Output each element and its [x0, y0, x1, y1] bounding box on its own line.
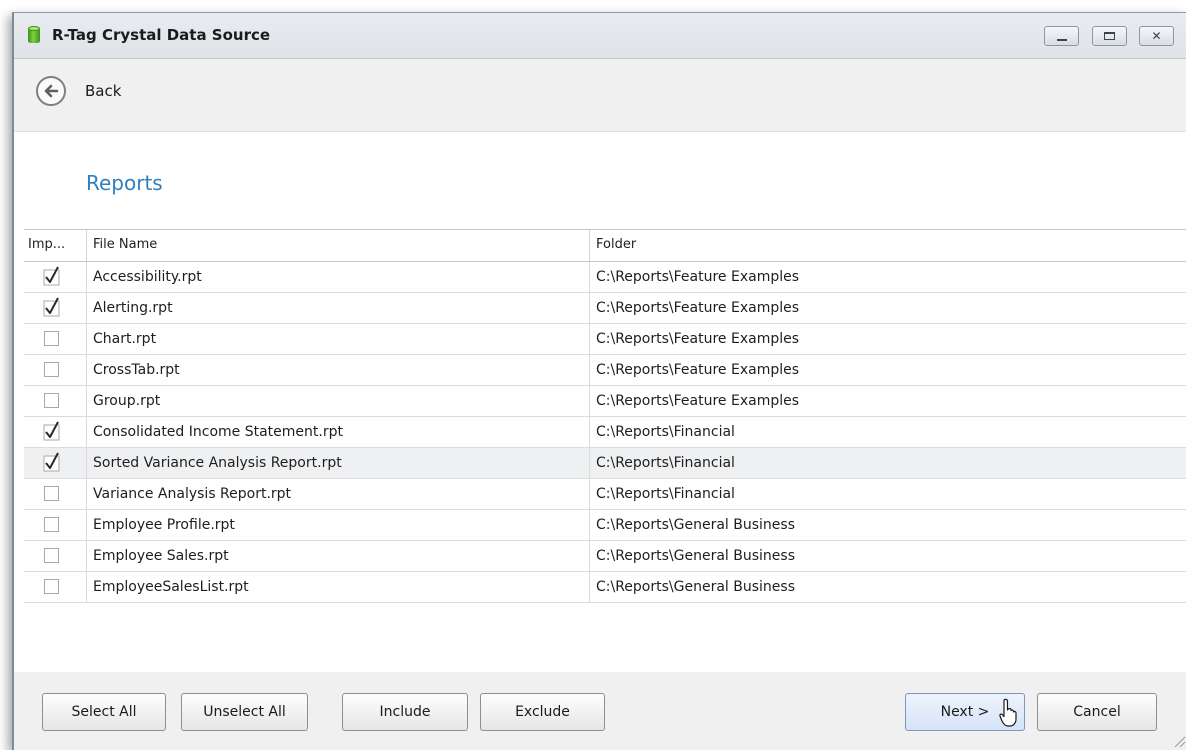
import-checkbox[interactable] [43, 452, 60, 472]
page-title: Reports [86, 171, 163, 195]
minimize-icon [1057, 39, 1067, 41]
column-header-import[interactable]: Imp... [24, 230, 87, 261]
file-name-cell: Employee Profile.rpt [88, 510, 590, 540]
table-row[interactable]: Accessibility.rpt C:\Reports\Feature Exam… [24, 262, 1186, 293]
file-name-cell: Accessibility.rpt [88, 262, 590, 292]
folder-cell: C:\Reports\General Business [596, 579, 795, 595]
import-cell [24, 541, 87, 571]
import-checkbox[interactable] [44, 331, 59, 346]
import-cell [24, 417, 87, 447]
import-checkbox[interactable] [43, 266, 60, 286]
exclude-button[interactable]: Exclude [480, 693, 605, 731]
folder-cell: C:\Reports\Feature Examples [596, 269, 800, 285]
table-row[interactable]: Chart.rpt C:\Reports\Feature Examples [24, 324, 1186, 355]
app-window: R-Tag Crystal Data Source ✕ Back Reports… [12, 12, 1186, 750]
file-name-cell: Consolidated Income Statement.rpt [88, 417, 590, 447]
close-button[interactable]: ✕ [1139, 26, 1174, 46]
import-checkbox[interactable] [43, 297, 60, 317]
import-cell [24, 324, 87, 354]
import-cell [24, 479, 87, 509]
file-name-cell: Group.rpt [88, 386, 590, 416]
file-name-cell: Chart.rpt [88, 324, 590, 354]
back-button[interactable] [36, 76, 66, 106]
folder-cell: C:\Reports\Financial [596, 486, 735, 502]
import-cell [24, 448, 87, 478]
file-name-cell: Sorted Variance Analysis Report.rpt [88, 448, 590, 478]
import-checkbox[interactable] [44, 362, 59, 377]
back-arrow-icon [44, 84, 59, 98]
cancel-button[interactable]: Cancel [1037, 693, 1157, 731]
maximize-icon [1104, 32, 1115, 40]
import-cell [24, 510, 87, 540]
table-row[interactable]: Group.rpt C:\Reports\Feature Examples [24, 386, 1186, 417]
import-cell [24, 262, 87, 292]
maximize-button[interactable] [1092, 26, 1127, 46]
import-checkbox[interactable] [44, 579, 59, 594]
import-checkbox[interactable] [44, 486, 59, 501]
mouse-pointer-icon [999, 698, 1017, 727]
column-header-folder[interactable]: Folder [591, 230, 1186, 261]
file-name-cell: Variance Analysis Report.rpt [88, 479, 590, 509]
table-row[interactable]: Variance Analysis Report.rpt C:\Reports\F… [24, 479, 1186, 510]
resize-grip-icon[interactable] [1172, 734, 1186, 748]
select-all-button[interactable]: Select All [42, 693, 166, 731]
title-bar[interactable]: R-Tag Crystal Data Source ✕ [14, 13, 1186, 59]
reports-grid[interactable]: Imp... File Name Folder Accessibility.rp… [24, 229, 1186, 673]
folder-cell: C:\Reports\Feature Examples [596, 362, 800, 378]
window-title: R-Tag Crystal Data Source [52, 26, 271, 44]
import-cell [24, 293, 87, 323]
minimize-button[interactable] [1044, 26, 1079, 46]
table-row[interactable]: Employee Profile.rpt C:\Reports\General B… [24, 510, 1186, 541]
navigation-bar: Back [14, 59, 1186, 132]
file-name-cell: CrossTab.rpt [88, 355, 590, 385]
file-name-cell: Employee Sales.rpt [88, 541, 590, 571]
import-checkbox[interactable] [44, 393, 59, 408]
import-checkbox[interactable] [43, 421, 60, 441]
import-cell [24, 572, 87, 602]
folder-cell: C:\Reports\General Business [596, 548, 795, 564]
folder-cell: C:\Reports\Financial [596, 455, 735, 471]
file-name-cell: Alerting.rpt [88, 293, 590, 323]
column-header-file-name[interactable]: File Name [88, 230, 590, 261]
include-button[interactable]: Include [342, 693, 468, 731]
import-checkbox[interactable] [44, 517, 59, 532]
import-checkbox[interactable] [44, 548, 59, 563]
folder-cell: C:\Reports\Financial [596, 424, 735, 440]
table-row[interactable]: Alerting.rpt C:\Reports\Feature Examples [24, 293, 1186, 324]
folder-cell: C:\Reports\Feature Examples [596, 393, 800, 409]
database-icon [28, 26, 40, 44]
folder-cell: C:\Reports\Feature Examples [596, 300, 800, 316]
file-name-cell: EmployeeSalesList.rpt [88, 572, 590, 602]
table-row[interactable]: Sorted Variance Analysis Report.rpt C:\Re… [24, 448, 1186, 479]
import-cell [24, 386, 87, 416]
back-link[interactable]: Back [85, 82, 121, 100]
close-icon: ✕ [1151, 29, 1162, 43]
import-cell [24, 355, 87, 385]
table-row[interactable]: Employee Sales.rpt C:\Reports\General Bus… [24, 541, 1186, 572]
unselect-all-button[interactable]: Unselect All [181, 693, 308, 731]
table-row[interactable]: EmployeeSalesList.rpt C:\Reports\General … [24, 572, 1186, 603]
folder-cell: C:\Reports\General Business [596, 517, 795, 533]
table-row[interactable]: Consolidated Income Statement.rpt C:\Repo… [24, 417, 1186, 448]
folder-cell: C:\Reports\Feature Examples [596, 331, 800, 347]
grid-header: Imp... File Name Folder [24, 230, 1186, 262]
table-row[interactable]: CrossTab.rpt C:\Reports\Feature Examples [24, 355, 1186, 386]
